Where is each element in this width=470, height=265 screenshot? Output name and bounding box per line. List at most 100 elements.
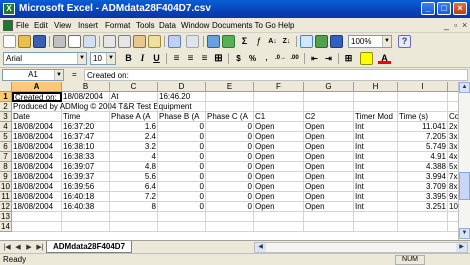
percent-icon[interactable]: % xyxy=(246,52,259,65)
cell-g1[interactable] xyxy=(304,92,354,102)
cell-i6[interactable]: 5.749 xyxy=(398,142,448,152)
cell-d6[interactable]: 0 xyxy=(158,142,206,152)
cell-h7[interactable]: Int xyxy=(354,152,398,162)
row-header[interactable]: 9 xyxy=(0,172,12,182)
menu-help[interactable]: Help xyxy=(278,20,294,31)
menu-documents-to-go[interactable]: Documents To Go xyxy=(212,20,276,31)
maximize-button[interactable]: □ xyxy=(437,2,451,15)
doc-restore-icon[interactable]: ▫ xyxy=(454,20,457,31)
new-icon[interactable] xyxy=(3,35,16,48)
cell-g4[interactable]: Open xyxy=(304,122,354,132)
align-left-icon[interactable]: ≡ xyxy=(170,52,183,65)
menu-insert[interactable]: Insert xyxy=(78,20,98,31)
menu-tools[interactable]: Tools xyxy=(136,20,155,31)
cell-d8[interactable]: 0 xyxy=(158,162,206,172)
align-right-icon[interactable]: ≡ xyxy=(198,52,211,65)
decrease-indent-icon[interactable]: ⇤ xyxy=(308,52,321,65)
row-header[interactable]: 14 xyxy=(0,222,12,232)
sheet-tab[interactable]: ADMdata28F404D7 xyxy=(46,241,133,253)
cell-a6[interactable]: 18/08/2004 xyxy=(12,142,62,152)
vertical-scroll-thumb[interactable] xyxy=(459,172,470,200)
cell-d1[interactable]: 16:46.20 xyxy=(158,92,206,102)
hyperlink-icon[interactable] xyxy=(207,35,220,48)
cell-c10[interactable]: 6.4 xyxy=(110,182,158,192)
cell-c8[interactable]: 4.8 xyxy=(110,162,158,172)
sort-descending-icon[interactable]: Z↓ xyxy=(280,35,293,48)
cell-a12[interactable]: 18/08/2004 xyxy=(12,202,62,212)
cell-h13[interactable] xyxy=(354,212,398,222)
redo-icon[interactable] xyxy=(186,35,199,48)
excel-app-icon[interactable]: X xyxy=(3,3,15,15)
cell-c1[interactable]: At xyxy=(110,92,158,102)
column-header-a[interactable]: A xyxy=(12,82,62,92)
cut-icon[interactable] xyxy=(103,35,116,48)
cell-g8[interactable]: Open xyxy=(304,162,354,172)
vertical-scrollbar[interactable]: ▲ ▼ xyxy=(458,82,470,240)
row-header[interactable]: 1 xyxy=(0,92,12,102)
merge-center-icon[interactable]: ⊞ xyxy=(212,52,225,65)
font-size-select[interactable]: 10 ▼ xyxy=(90,52,116,65)
formula-equals-icon[interactable]: = xyxy=(72,69,77,81)
chevron-down-icon[interactable]: ▼ xyxy=(106,53,115,64)
cell-c2[interactable] xyxy=(110,102,158,112)
cell-e5[interactable]: 0 xyxy=(206,132,254,142)
menu-data[interactable]: Data xyxy=(159,20,176,31)
cell-a8[interactable]: 18/08/2004 xyxy=(12,162,62,172)
cell-h2[interactable] xyxy=(354,102,398,112)
formula-input[interactable]: Created on: xyxy=(84,69,468,81)
cell-e11[interactable]: 0 xyxy=(206,192,254,202)
cell-b2[interactable] xyxy=(62,102,110,112)
row-header[interactable]: 5 xyxy=(0,132,12,142)
cell-i9[interactable]: 3.994 xyxy=(398,172,448,182)
map-icon[interactable] xyxy=(315,35,328,48)
cell-f10[interactable]: Open xyxy=(254,182,304,192)
cell-e1[interactable] xyxy=(206,92,254,102)
doc-minimize-icon[interactable]: _ xyxy=(444,20,449,31)
cell-a2[interactable]: Produced by ADMlog © 2004 T&R Test Equip… xyxy=(12,102,192,112)
cell-e3[interactable]: Phase C (A xyxy=(206,112,254,122)
cell-d12[interactable]: 0 xyxy=(158,202,206,212)
cell-a10[interactable]: 18/08/2004 xyxy=(12,182,62,192)
menu-file[interactable]: File xyxy=(16,20,29,31)
cell-g13[interactable] xyxy=(304,212,354,222)
row-header[interactable]: 8 xyxy=(0,162,12,172)
cell-g5[interactable]: Open xyxy=(304,132,354,142)
cell-f14[interactable] xyxy=(254,222,304,232)
chart-wizard-icon[interactable] xyxy=(300,35,313,48)
cell-d14[interactable] xyxy=(158,222,206,232)
menu-window[interactable]: Window xyxy=(181,20,209,31)
comma-style-icon[interactable]: , xyxy=(260,52,273,65)
cell-i10[interactable]: 3.709 xyxy=(398,182,448,192)
cell-c4[interactable]: 1.6 xyxy=(110,122,158,132)
name-box[interactable]: A1 ▼ xyxy=(2,69,64,81)
cell-c14[interactable] xyxy=(110,222,158,232)
cell-b10[interactable]: 16:39:56 xyxy=(62,182,110,192)
last-sheet-icon[interactable]: ▶| xyxy=(35,242,45,253)
cell-c12[interactable]: 8 xyxy=(110,202,158,212)
spelling-icon[interactable] xyxy=(83,35,96,48)
cell-e10[interactable]: 0 xyxy=(206,182,254,192)
cell-h6[interactable]: Int xyxy=(354,142,398,152)
cell-h8[interactable]: Int xyxy=(354,162,398,172)
cell-f2[interactable] xyxy=(254,102,304,112)
cell-e4[interactable]: 0 xyxy=(206,122,254,132)
cell-i12[interactable]: 3.251 xyxy=(398,202,448,212)
underline-icon[interactable]: U xyxy=(150,52,163,65)
cell-b9[interactable]: 16:39:37 xyxy=(62,172,110,182)
cell-h12[interactable]: Int xyxy=(354,202,398,212)
cell-h5[interactable]: Int xyxy=(354,132,398,142)
fill-color-icon[interactable] xyxy=(360,52,373,65)
row-header[interactable]: 10 xyxy=(0,182,12,192)
menu-view[interactable]: View xyxy=(54,20,71,31)
currency-icon[interactable]: $ xyxy=(232,52,245,65)
cell-e8[interactable]: 0 xyxy=(206,162,254,172)
open-icon[interactable] xyxy=(18,35,31,48)
cell-c7[interactable]: 4 xyxy=(110,152,158,162)
cell-f5[interactable]: Open xyxy=(254,132,304,142)
scroll-down-icon[interactable]: ▼ xyxy=(459,228,470,239)
cell-a1[interactable]: Created on: xyxy=(12,92,62,102)
cell-d7[interactable]: 0 xyxy=(158,152,206,162)
scroll-up-icon[interactable]: ▲ xyxy=(459,82,470,93)
cell-e14[interactable] xyxy=(206,222,254,232)
font-name-select[interactable]: Arial ▼ xyxy=(3,52,87,65)
